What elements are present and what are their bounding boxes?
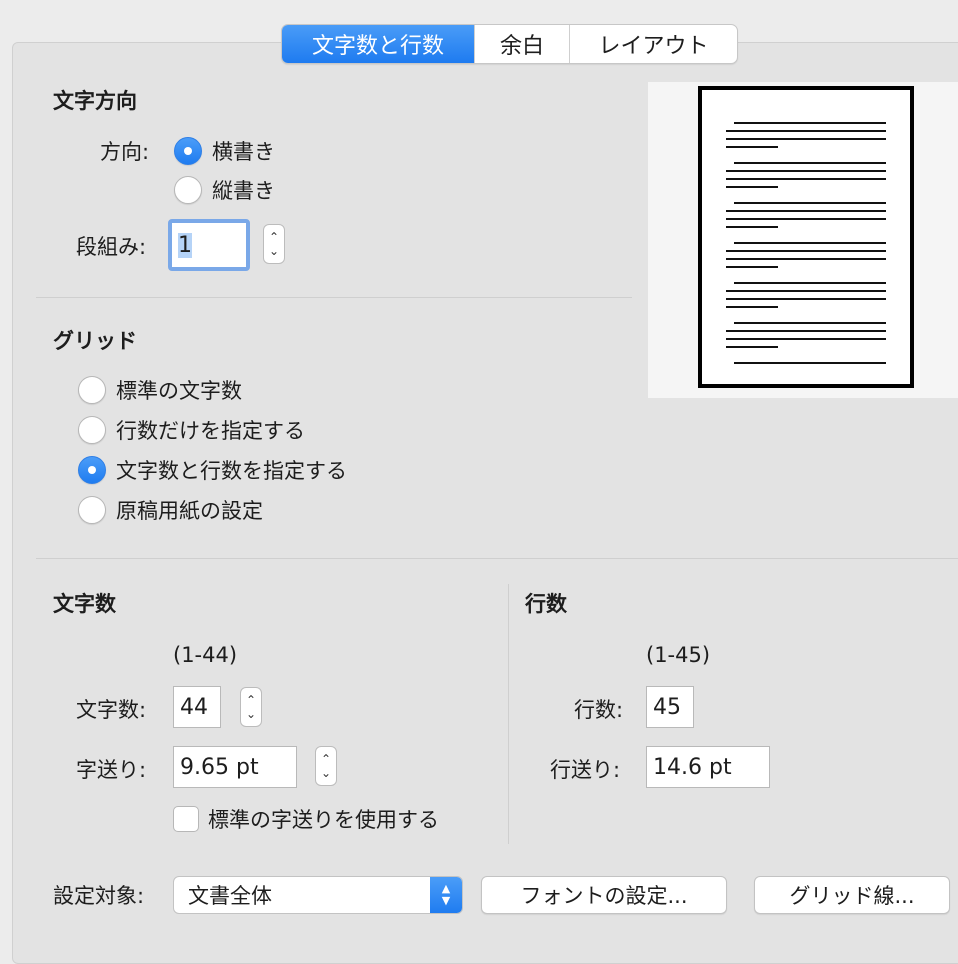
chars-count-stepper[interactable]: ⌃ ⌄ [240, 687, 262, 727]
divider-1 [36, 297, 632, 298]
columns-input-value: 1 [178, 232, 192, 258]
preview-page [698, 86, 914, 388]
chars-count-label: 文字数: [76, 698, 147, 722]
chevron-down-icon[interactable]: ⌄ [246, 707, 256, 721]
chars-range: (1-44) [173, 643, 238, 667]
radio-vertical[interactable] [174, 176, 202, 204]
tab-margins[interactable]: 余白 [474, 25, 569, 63]
apply-to-value: 文書全体 [188, 884, 272, 908]
chars-pitch-label: 字送り: [76, 758, 147, 782]
lines-pitch-label: 行送り: [550, 758, 621, 782]
section-separator [508, 584, 509, 844]
radio-chars-and-lines-label[interactable]: 文字数と行数を指定する [116, 461, 347, 482]
divider-2 [36, 558, 958, 559]
lines-pitch-input[interactable]: 14.6 pt [646, 746, 770, 788]
chevron-up-icon[interactable]: ⌃ [269, 230, 279, 244]
radio-manuscript-label[interactable]: 原稿用紙の設定 [116, 501, 263, 522]
apply-to-label: 設定対象: [53, 884, 145, 908]
chevron-up-icon[interactable]: ⌃ [246, 693, 256, 707]
radio-vertical-label[interactable]: 縦書き [212, 181, 275, 202]
gridlines-button[interactable]: グリッド線... [754, 876, 950, 914]
radio-lines-only[interactable] [78, 416, 106, 444]
tab-chars-lines[interactable]: 文字数と行数 [282, 25, 474, 63]
use-default-pitch-label[interactable]: 標準の字送りを使用する [208, 810, 439, 831]
radio-horizontal[interactable] [174, 137, 202, 165]
radio-manuscript[interactable] [78, 496, 106, 524]
chars-pitch-stepper[interactable]: ⌃ ⌄ [315, 746, 337, 786]
updown-chevron-icon[interactable]: ▲ ▼ [430, 877, 462, 913]
grid-section-title: グリッド [53, 329, 137, 353]
chevron-down-icon[interactable]: ⌄ [321, 766, 331, 780]
chars-count-input[interactable]: 44 [173, 686, 221, 728]
font-settings-button[interactable]: フォントの設定... [481, 876, 727, 914]
direction-label: 方向: [100, 140, 150, 164]
apply-to-select[interactable]: 文書全体 ▲ ▼ [173, 876, 463, 914]
columns-input[interactable]: 1 [168, 219, 250, 271]
lines-section-title: 行数 [525, 592, 567, 616]
lines-range: (1-45) [646, 643, 711, 667]
use-default-pitch-checkbox[interactable] [173, 806, 199, 832]
radio-horizontal-label[interactable]: 横書き [212, 142, 275, 163]
lines-count-label: 行数: [574, 698, 624, 722]
columns-label: 段組み: [76, 235, 147, 259]
chevron-up-icon[interactable]: ⌃ [321, 752, 331, 766]
radio-standard-chars[interactable] [78, 376, 106, 404]
tab-bar: 文字数と行数 余白 レイアウト [281, 24, 738, 64]
chars-section-title: 文字数 [53, 592, 116, 616]
radio-standard-chars-label[interactable]: 標準の文字数 [116, 381, 242, 402]
chars-pitch-input[interactable]: 9.65 pt [173, 746, 297, 788]
tab-layout[interactable]: レイアウト [569, 25, 737, 63]
chevron-down-icon[interactable]: ⌄ [269, 244, 279, 258]
radio-chars-and-lines[interactable] [78, 456, 106, 484]
columns-stepper[interactable]: ⌃ ⌄ [263, 224, 285, 264]
radio-lines-only-label[interactable]: 行数だけを指定する [116, 421, 305, 442]
direction-section-title: 文字方向 [53, 89, 137, 113]
lines-count-input[interactable]: 45 [646, 686, 694, 728]
